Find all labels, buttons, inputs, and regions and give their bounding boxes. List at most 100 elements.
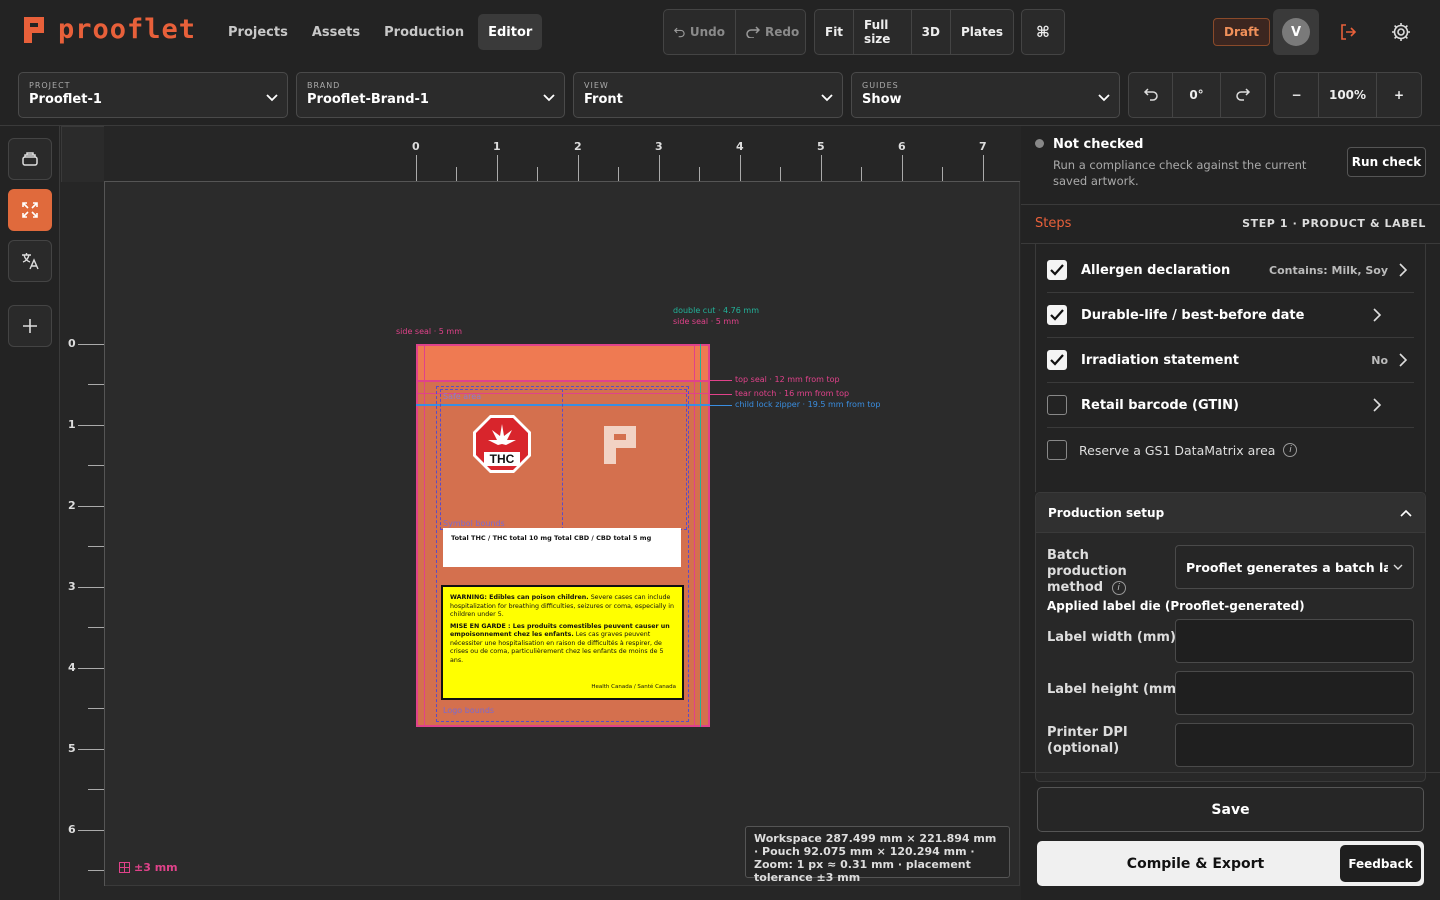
ruler-major-tick xyxy=(497,155,498,181)
chevron-down-icon xyxy=(266,94,278,102)
avatar-initial: V xyxy=(1282,18,1310,46)
check-icon xyxy=(1050,309,1064,321)
steps-title[interactable]: Steps xyxy=(1035,216,1071,231)
printer-dpi-input[interactable] xyxy=(1175,723,1414,767)
redo-button[interactable]: Redo xyxy=(736,10,809,54)
thc-warning-symbol: THC xyxy=(473,415,531,473)
applied-die-heading: Applied label die (Prooflet-generated) xyxy=(1047,599,1305,613)
rotate-right-icon xyxy=(1236,88,1251,101)
run-check-button[interactable]: Run check xyxy=(1347,147,1426,177)
ruler-label-y: 3 xyxy=(68,580,76,593)
view-select[interactable]: VIEW Front xyxy=(573,72,843,118)
fit-tool-button[interactable] xyxy=(8,189,52,231)
ruler-major-tick xyxy=(902,155,903,181)
side-seal-left-annotation: side seal · 5 mm xyxy=(396,327,462,336)
zoom-group: − 100% + xyxy=(1274,72,1422,118)
command-palette-button[interactable]: ⌘ xyxy=(1022,10,1064,54)
feedback-button[interactable]: Feedback xyxy=(1340,845,1421,882)
fit-button[interactable]: Fit xyxy=(815,10,855,54)
translate-tool-button[interactable] xyxy=(8,240,52,282)
view-select-value: Front xyxy=(584,92,623,107)
chevron-down-icon xyxy=(1393,564,1403,570)
undo-button[interactable]: Undo xyxy=(664,10,736,54)
checkbox-unchecked[interactable] xyxy=(1047,440,1067,460)
guides-select[interactable]: GUIDES Show xyxy=(851,72,1120,118)
info-icon[interactable]: i xyxy=(1111,580,1126,595)
pouch-artwork[interactable]: Safe area Symbol bounds THC Total THC / … xyxy=(416,344,710,727)
plus-icon xyxy=(23,319,37,333)
ruler-minor-tick xyxy=(88,870,104,871)
checkbox-unchecked[interactable] xyxy=(1047,395,1067,415)
nav-projects[interactable]: Projects xyxy=(218,14,298,50)
nav-production[interactable]: Production xyxy=(374,14,474,50)
chevron-down-icon xyxy=(1098,94,1110,102)
ruler-label-x: 6 xyxy=(898,140,906,153)
check-status-dot xyxy=(1035,139,1044,148)
settings-gear-icon[interactable] xyxy=(1390,21,1412,43)
ruler-label-y: 4 xyxy=(68,661,76,674)
full-size-button[interactable]: Full size xyxy=(854,10,912,54)
add-tool-button[interactable] xyxy=(8,305,52,347)
app-logo[interactable]: prooflet xyxy=(22,14,196,45)
guides-select-value: Show xyxy=(862,92,902,107)
compliance-status: Not checked xyxy=(1053,137,1144,152)
checkbox-checked[interactable] xyxy=(1047,305,1067,325)
zoom-in-button[interactable]: + xyxy=(1377,73,1421,117)
rotate-right-button[interactable] xyxy=(1221,73,1265,117)
chevron-right-icon xyxy=(1399,353,1408,367)
main-nav: Projects Assets Production Editor xyxy=(218,14,543,50)
check-icon xyxy=(1050,354,1064,366)
warning-source: Health Canada / Santé Canada xyxy=(591,683,676,690)
chevron-right-icon xyxy=(1399,263,1408,277)
rotate-left-button[interactable] xyxy=(1129,73,1173,117)
label-height-input[interactable] xyxy=(1175,671,1414,715)
step-label: Irradiation statement xyxy=(1081,352,1239,368)
history-group: Undo Redo xyxy=(663,9,806,55)
layers-tool-button[interactable] xyxy=(8,138,52,180)
potency-statement: Total THC / THC total 10 mg Total CBD / … xyxy=(443,528,681,567)
production-setup-header[interactable]: Production setup xyxy=(1036,493,1425,533)
tear-notch-leader xyxy=(710,394,732,395)
checkbox-checked[interactable] xyxy=(1047,260,1067,280)
step-durable-life-date[interactable]: Durable-life / best-before date xyxy=(1047,293,1414,338)
brand-logo-mark-icon xyxy=(604,426,636,464)
nav-editor[interactable]: Editor xyxy=(478,14,543,50)
rotation-group: 0° xyxy=(1128,72,1266,118)
editor-toolbar: PROJECT Prooflet-1 BRAND Prooflet-Brand-… xyxy=(0,64,1440,126)
ruler-minor-tick xyxy=(699,167,700,181)
expand-icon xyxy=(22,202,38,218)
avatar[interactable]: V xyxy=(1273,9,1319,55)
3d-button[interactable]: 3D xyxy=(912,10,951,54)
batch-method-label: Batch production method i xyxy=(1047,548,1172,596)
step-label: Allergen declaration xyxy=(1081,262,1231,278)
gs1-label: Reserve a GS1 DataMatrix area xyxy=(1079,442,1276,458)
checkbox-checked[interactable] xyxy=(1047,350,1067,370)
step-retail-barcode[interactable]: Retail barcode (GTIN) xyxy=(1047,383,1414,428)
project-select-value: Prooflet-1 xyxy=(29,92,102,107)
rotation-value: 0° xyxy=(1173,73,1221,117)
ruler-label-x: 5 xyxy=(817,140,825,153)
step-value: Contains: Milk, Soy xyxy=(1269,263,1388,277)
zoom-out-button[interactable]: − xyxy=(1275,73,1319,117)
info-icon[interactable]: i xyxy=(1283,443,1298,457)
step-irradiation-statement[interactable]: Irradiation statement No xyxy=(1047,338,1414,383)
ruler-minor-tick xyxy=(780,167,781,181)
thc-symbol-text: THC xyxy=(490,452,515,466)
plates-button[interactable]: Plates xyxy=(951,10,1013,54)
check-icon xyxy=(1050,264,1064,276)
chevron-right-icon xyxy=(1373,398,1382,412)
batch-method-select[interactable]: Prooflet generates a batch label t xyxy=(1175,545,1414,589)
step-allergen-declaration[interactable]: Allergen declaration Contains: Milk, Soy xyxy=(1047,248,1414,293)
brand-select[interactable]: BRAND Prooflet-Brand-1 xyxy=(296,72,565,118)
project-select[interactable]: PROJECT Prooflet-1 xyxy=(18,72,288,118)
gs1-datamatrix-option[interactable]: Reserve a GS1 DataMatrix area i xyxy=(1047,440,1347,460)
health-warning-box: WARNING: Edibles can poison children. Se… xyxy=(441,585,684,700)
label-width-input[interactable] xyxy=(1175,619,1414,663)
printer-dpi-label: Printer DPI (optional) xyxy=(1047,725,1128,756)
top-bar: prooflet Projects Assets Production Edit… xyxy=(0,0,1440,64)
nav-assets[interactable]: Assets xyxy=(302,14,370,50)
save-button[interactable]: Save xyxy=(1037,787,1424,832)
sign-out-icon[interactable] xyxy=(1338,22,1358,42)
ruler-major-tick xyxy=(740,155,741,181)
horizontal-ruler: 0 1 2 3 4 5 6 7 xyxy=(104,126,1020,182)
